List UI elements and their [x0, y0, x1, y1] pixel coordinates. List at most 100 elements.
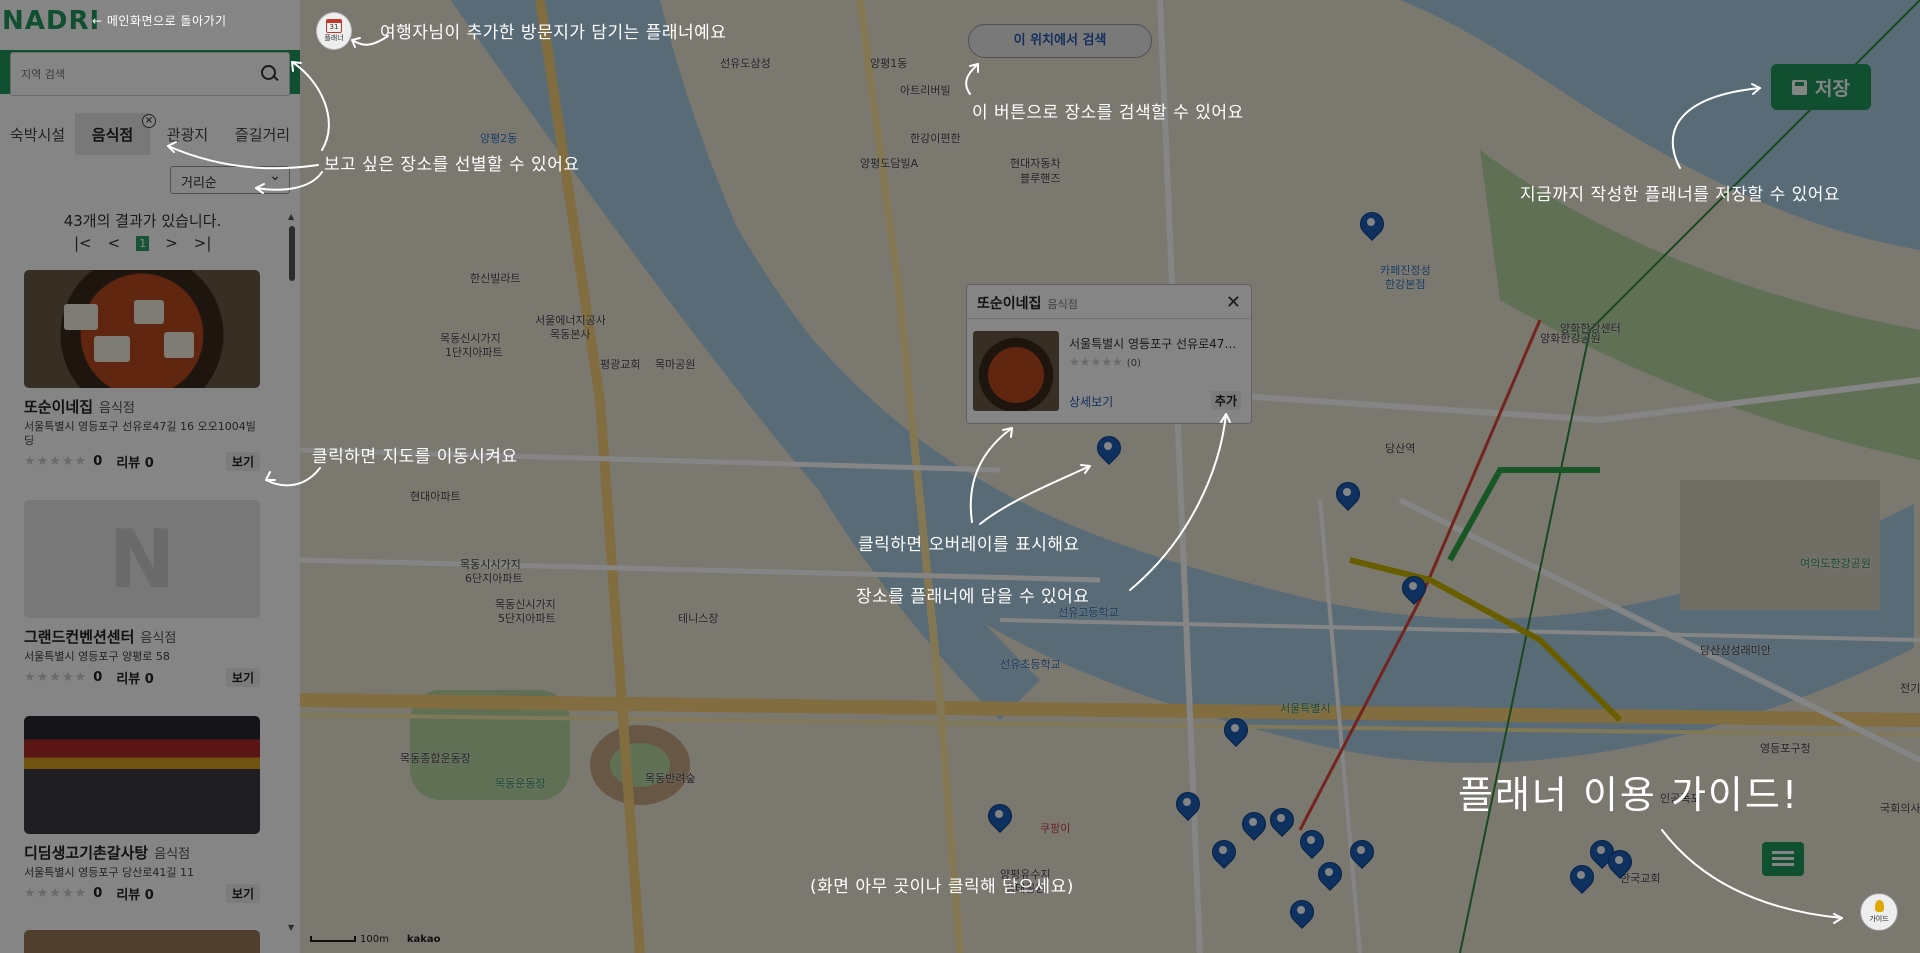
place-pin[interactable] — [1570, 865, 1592, 895]
guide-planner-hint: 여행자님이 추가한 방문지가 담기는 플래너예요 — [380, 23, 727, 43]
search-here-button[interactable]: 이 위치에서 검색 — [968, 24, 1152, 58]
prev-page-button[interactable]: < — [108, 234, 121, 252]
rating-value: 0 — [93, 670, 103, 685]
review-count: 리뷰 0 — [116, 672, 154, 687]
map-label: 한강본점 — [1385, 278, 1426, 291]
map-label: 블루핸즈 — [1020, 172, 1061, 185]
place-card[interactable]: 또순이네집 음식점 서울특별시 영등포구 선유로47길 16 오오1004빌딩 ★… — [24, 270, 260, 471]
map-label: 여의도한강공원 — [1800, 557, 1871, 570]
search-icon[interactable] — [261, 65, 279, 83]
map-label: 목동운동장 — [495, 777, 546, 790]
scroll-thumb[interactable] — [289, 226, 295, 281]
place-pin[interactable] — [1097, 436, 1119, 466]
view-button[interactable]: 보기 — [225, 452, 260, 471]
map-label: 양평2동 — [480, 132, 518, 145]
calendar-icon: 31 — [326, 19, 342, 33]
place-pin[interactable] — [1336, 482, 1358, 512]
detail-link[interactable]: 상세보기 — [1069, 393, 1113, 410]
planner-button[interactable]: 31 플래너 — [316, 12, 352, 50]
place-pin[interactable] — [1270, 808, 1292, 838]
place-pin[interactable] — [1242, 812, 1264, 842]
place-pin[interactable] — [1224, 718, 1246, 748]
guide-add-hint: 장소를 플래너에 담을 수 있어요 — [856, 587, 1090, 607]
map-label: 목동종합운동장 — [400, 752, 471, 765]
tab-entertainment[interactable]: 즐길거리 — [225, 113, 300, 155]
map-label: 목마공원 — [655, 358, 696, 371]
add-to-planner-button[interactable]: 추가 — [1210, 391, 1241, 410]
tab-label: 음식점 — [91, 125, 134, 144]
place-card[interactable]: N 그랜드컨벤션센터 음식점 서울특별시 영등포구 양평로 58 ★★★★★ 0 … — [24, 500, 260, 687]
guide-close-hint: (화면 아무 곳이나 클릭해 닫으세요) — [810, 877, 1074, 897]
guide-location-search-hint: 이 버튼으로 장소를 검색할 수 있어요 — [972, 103, 1244, 123]
info-title: 또순이네집 — [977, 296, 1042, 312]
place-pin[interactable] — [1608, 850, 1630, 880]
tab-restaurant[interactable]: 음식점 × — [75, 113, 156, 155]
map-label: 6단지아파트 — [465, 572, 523, 585]
place-pin[interactable] — [1402, 576, 1424, 606]
map-label: 전기차충전소 — [1900, 682, 1920, 695]
tab-lodging[interactable]: 숙박시설 — [0, 113, 75, 155]
map-label: 목동본사 — [550, 328, 591, 341]
scale-label: 100m — [360, 934, 389, 945]
sidebar: 숙박시설 음식점 × 관광지 즐길거리 거리순 43개의 결과가 있습니다. |<… — [0, 0, 300, 953]
review-count: 리뷰 0 — [116, 456, 154, 471]
place-address: 서울특별시 영등포구 양평로 58 — [24, 650, 170, 663]
close-icon[interactable]: × — [142, 114, 156, 128]
map-label: 양평1동 — [870, 57, 908, 70]
map-label: 국회의사당 — [1880, 802, 1920, 815]
scroll-up-arrow[interactable]: ▲ — [288, 212, 294, 221]
rating-stars: ★★★★★ — [24, 670, 88, 685]
review-count: 리뷰 0 — [116, 888, 154, 903]
view-button[interactable]: 보기 — [225, 668, 260, 687]
map-label: 양평도담빌A — [860, 157, 919, 170]
map-label: 양화한강센터 — [1560, 322, 1621, 335]
map-label: 목동반려숲 — [645, 772, 696, 785]
place-category: 음식점 — [140, 631, 177, 646]
map-label: 5단지아파트 — [498, 612, 556, 625]
tab-attraction[interactable]: 관광지 — [150, 113, 225, 155]
save-icon — [1792, 79, 1808, 95]
guide-button[interactable]: 가이드 — [1860, 893, 1898, 931]
place-pin[interactable] — [1350, 840, 1372, 870]
place-pin[interactable] — [1318, 862, 1340, 892]
view-button[interactable]: 보기 — [225, 884, 260, 903]
place-pin[interactable] — [1360, 212, 1382, 242]
guide-card-hint: 클릭하면 지도를 이동시켜요 — [312, 447, 518, 467]
map-label: 평광교회 — [600, 358, 641, 371]
place-name: 또순이네집 — [24, 398, 94, 416]
place-image-placeholder: N — [24, 500, 260, 618]
chat-icon[interactable] — [1762, 842, 1804, 876]
save-button[interactable]: 저장 — [1771, 64, 1871, 110]
last-page-button[interactable]: >| — [194, 234, 212, 252]
scroll-down-arrow[interactable]: ▼ — [288, 923, 294, 932]
place-pin[interactable] — [988, 804, 1010, 834]
info-category: 음식점 — [1047, 298, 1078, 311]
guide-save-hint: 지금까지 작성한 플래너를 저장할 수 있어요 — [1520, 185, 1841, 205]
sort-select[interactable]: 거리순 — [170, 166, 290, 194]
place-name: 디딤생고기촌갈사탕 — [24, 844, 149, 862]
first-page-button[interactable]: |< — [74, 234, 92, 252]
next-page-button[interactable]: > — [165, 234, 178, 252]
lightbulb-icon — [1874, 900, 1884, 912]
place-card[interactable]: 디딤생고기촌갈사탕 음식점 서울특별시 영등포구 당산로41길 11 ★★★★★ … — [24, 716, 260, 903]
rating-value: 0 — [93, 454, 103, 469]
info-review-count: (0) — [1126, 358, 1141, 369]
map-label: 한신빌라트 — [470, 272, 521, 285]
rating-stars: ★★★★★ — [24, 454, 88, 469]
scrollbar[interactable]: ▲ ▼ — [288, 212, 296, 932]
guide-back-hint: ← 메인화면으로 돌아가기 — [92, 14, 227, 28]
place-pin[interactable] — [1176, 792, 1198, 822]
map-scale: 100m kakao — [310, 934, 441, 945]
close-icon[interactable]: ✕ — [1226, 292, 1241, 313]
app-logo[interactable]: NADRI — [2, 6, 100, 36]
planner-page: 양평2동 선유도삼성 양평1동 아트리버빌 한강이편한 현대자동차 블루핸즈 양… — [0, 0, 1920, 953]
map-label: 선유초등학교 — [1000, 658, 1061, 671]
place-image — [24, 270, 260, 388]
current-page[interactable]: 1 — [136, 235, 150, 251]
search-input[interactable] — [21, 67, 261, 81]
category-tabs: 숙박시설 음식점 × 관광지 즐길거리 — [0, 113, 300, 155]
place-pin[interactable] — [1290, 900, 1312, 930]
place-image — [24, 716, 260, 834]
place-pin[interactable] — [1300, 830, 1322, 860]
place-pin[interactable] — [1212, 840, 1234, 870]
